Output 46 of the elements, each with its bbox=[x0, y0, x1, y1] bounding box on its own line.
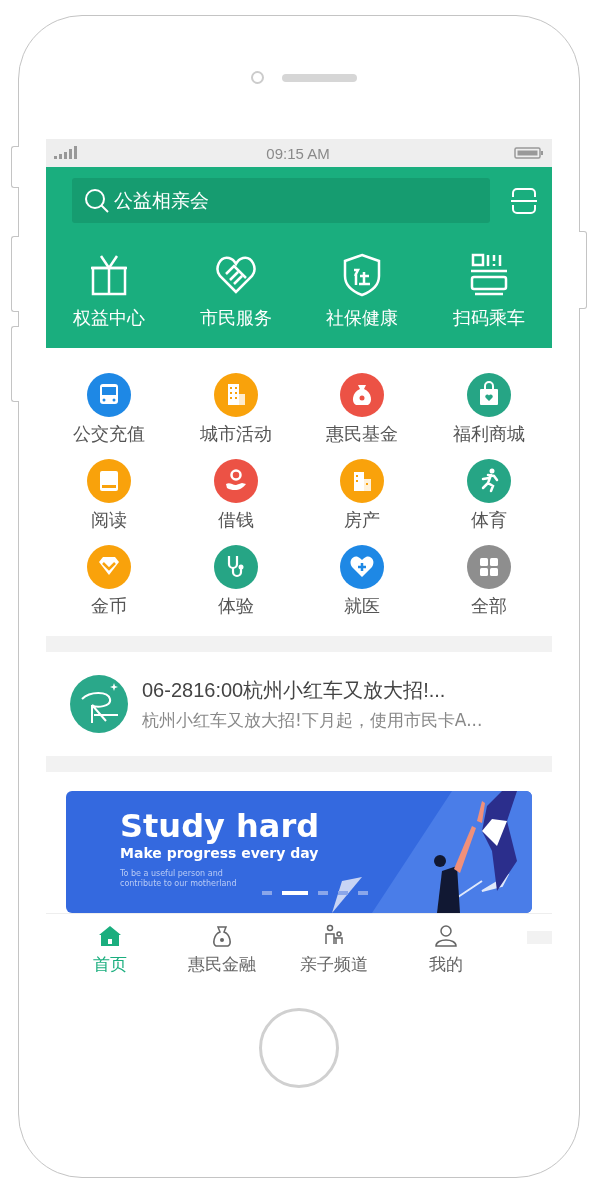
camera-icon bbox=[251, 71, 264, 84]
home-button[interactable] bbox=[259, 1008, 339, 1088]
building-icon[interactable] bbox=[340, 459, 385, 503]
service-label[interactable]: 城市活动 bbox=[199, 423, 272, 445]
status-time: 09:15 AM bbox=[266, 144, 330, 162]
service-label[interactable]: 就医 bbox=[344, 595, 381, 617]
tab[interactable]: 亲子频道 bbox=[278, 924, 390, 983]
service-label[interactable]: 体育 bbox=[470, 509, 507, 531]
money-bag-icon[interactable] bbox=[340, 373, 385, 417]
hand-coin-icon[interactable] bbox=[213, 459, 258, 503]
runner-icon[interactable] bbox=[466, 459, 511, 503]
book-icon[interactable] bbox=[87, 459, 132, 503]
service-label[interactable]: 阅读 bbox=[91, 509, 128, 531]
service-label[interactable]: 福利商城 bbox=[452, 423, 525, 445]
service-label[interactable]: 金币 bbox=[91, 595, 128, 617]
battery-icon bbox=[514, 146, 544, 160]
tab[interactable]: 惠民金融 bbox=[166, 924, 278, 983]
service-label[interactable]: 借钱 bbox=[217, 509, 254, 531]
news-title[interactable]: 06-2816:00杭州小红车又放大招!... bbox=[142, 676, 483, 704]
search-icon bbox=[84, 187, 110, 214]
tab[interactable]: 我的 bbox=[390, 924, 502, 983]
side-button[interactable] bbox=[579, 231, 587, 309]
user-icon bbox=[434, 924, 458, 948]
banner-card[interactable]: Study hard Make progress every day To be a useful person and contribute to our motherland bbox=[66, 791, 532, 913]
money-bag-icon bbox=[210, 924, 234, 948]
side-button[interactable] bbox=[11, 146, 19, 188]
service-label[interactable]: 体验 bbox=[217, 595, 254, 617]
home-icon bbox=[98, 924, 122, 948]
service-label[interactable]: 公交充值 bbox=[73, 423, 146, 445]
service-label[interactable]: 全部 bbox=[470, 595, 507, 617]
grid-icon[interactable] bbox=[466, 545, 511, 589]
heart-cross-icon[interactable] bbox=[340, 545, 385, 589]
service-label[interactable]: 房产 bbox=[344, 509, 381, 531]
banner-note: To be a useful person and contribute to our motherland bbox=[120, 869, 238, 889]
banner-title: Study hard bbox=[120, 807, 320, 845]
stethoscope-icon[interactable] bbox=[213, 545, 258, 589]
buildings-icon[interactable] bbox=[213, 373, 258, 417]
scan-icon[interactable] bbox=[510, 186, 538, 215]
logo-icon bbox=[70, 675, 128, 733]
side-button[interactable] bbox=[11, 326, 19, 402]
news-summary: 杭州小红车又放大招!下月起，使用市民卡A... bbox=[142, 708, 483, 732]
shopping-bag-icon[interactable] bbox=[466, 373, 511, 417]
bus-icon[interactable] bbox=[87, 373, 132, 417]
service-label[interactable]: 惠民基金 bbox=[326, 423, 399, 445]
banner-subtitle: Make progress every day bbox=[120, 845, 320, 861]
side-button[interactable] bbox=[11, 236, 19, 312]
